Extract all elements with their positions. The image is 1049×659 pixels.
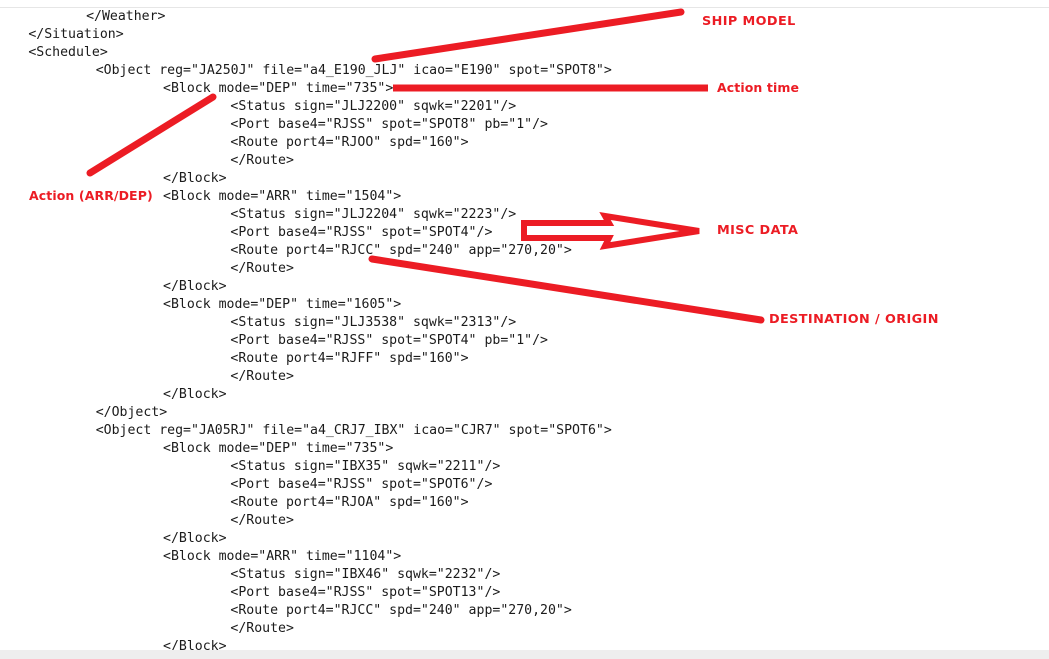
code-line: </Block> <box>163 387 227 402</box>
code-line: <Block mode="ARR" time="1104"> <box>163 549 402 564</box>
code-line: </Block> <box>163 279 227 294</box>
code-line: <Route port4="RJFF" spd="160"> <box>230 351 469 366</box>
code-line: <Port base4="RJSS" spot="SPOT13"/> <box>230 585 501 600</box>
annotation-label-action-arr-dep: Action (ARR/DEP) <box>29 188 153 203</box>
code-line: </Route> <box>230 513 294 528</box>
code-line: <Status sign="IBX46" sqwk="2232"/> <box>230 567 501 582</box>
code-line: <Block mode="ARR" time="1504"> <box>163 189 402 204</box>
annotation-overlay: SHIP MODEL Action time Action (ARR/DEP) MIS… <box>0 0 1049 659</box>
ship-model-pointer-line <box>371 8 685 63</box>
code-line: <Object reg="JA05RJ" file="a4_CRJ7_IBX" … <box>95 423 612 438</box>
code-line: <Schedule> <box>28 45 108 60</box>
code-line: </Block> <box>163 171 227 186</box>
annotation-label-destination-origin: DESTINATION / ORIGIN <box>769 312 939 327</box>
code-line: </Situation> <box>28 27 124 42</box>
code-line: <Route port4="RJOA" spd="160"> <box>230 495 469 510</box>
code-line: </Route> <box>230 621 294 636</box>
annotation-label-misc-data: MISC DATA <box>717 223 799 238</box>
code-line: <Route port4="RJCC" spd="240" app="270,2… <box>230 243 572 258</box>
destination-origin-pointer-line <box>368 255 765 324</box>
code-line: <Port base4="RJSS" spot="SPOT4"/> <box>230 225 493 240</box>
annotation-label-action-time: Action time <box>717 80 800 95</box>
code-line: <Status sign="IBX35" sqwk="2211"/> <box>230 459 501 474</box>
code-line: </Weather> <box>86 9 166 24</box>
code-line: <Status sign="JLJ2200" sqwk="2201"/> <box>230 99 517 114</box>
code-line: <Status sign="JLJ2204" sqwk="2223"/> <box>230 207 517 222</box>
code-line: <Route port4="RJCC" spd="240" app="270,2… <box>230 603 572 618</box>
code-line: <Status sign="JLJ3538" sqwk="2313"/> <box>230 315 517 330</box>
bottom-band <box>0 650 1049 659</box>
code-line: <Route port4="RJOO" spd="160"> <box>230 135 469 150</box>
code-line: </Route> <box>230 261 294 276</box>
code-line: </Route> <box>230 369 294 384</box>
code-line: <Port base4="RJSS" spot="SPOT4" pb="1"/> <box>230 333 548 348</box>
annotation-label-ship-model: SHIP MODEL <box>702 14 796 29</box>
code-line: <Port base4="RJSS" spot="SPOT6"/> <box>230 477 493 492</box>
code-line: </Block> <box>163 531 227 546</box>
action-mode-pointer-line <box>86 93 217 177</box>
code-line: <Block mode="DEP" time="735"> <box>163 441 394 456</box>
code-line: <Port base4="RJSS" spot="SPOT8" pb="1"/> <box>230 117 548 132</box>
code-line: <Block mode="DEP" time="735"> <box>163 81 394 96</box>
code-line: <Object reg="JA250J" file="a4_E190_JLJ" … <box>95 63 612 78</box>
code-line: </Object> <box>95 405 168 420</box>
document-page: </Situation> </Weather></Situation><Sche… <box>0 0 1049 659</box>
code-line: <Block mode="DEP" time="1605"> <box>163 297 402 312</box>
code-line: </Route> <box>230 153 294 168</box>
